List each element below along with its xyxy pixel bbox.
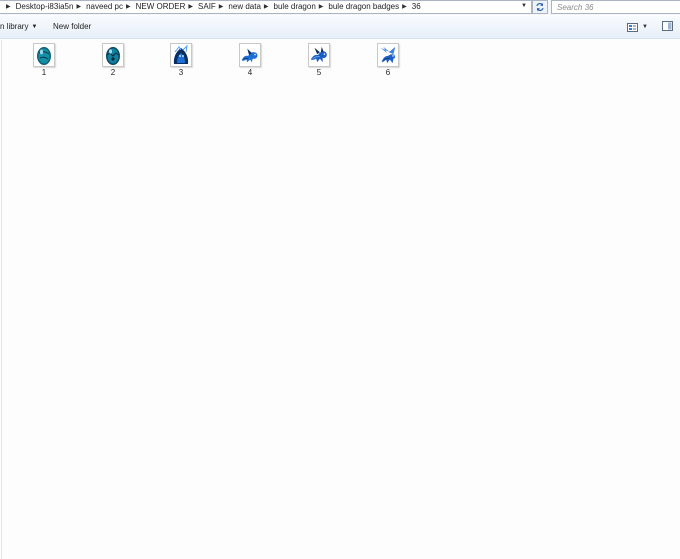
breadcrumb-item[interactable]: bule dragon badges bbox=[328, 3, 399, 11]
breadcrumb-item[interactable]: NEW ORDER bbox=[136, 3, 186, 11]
file-name: 6 bbox=[385, 68, 391, 77]
hatching-dragon-icon bbox=[173, 44, 189, 64]
new-folder-label: New folder bbox=[53, 22, 92, 31]
view-options-icon bbox=[627, 22, 638, 32]
file-item[interactable]: 6 bbox=[373, 43, 403, 77]
chevron-down-icon: ▼ bbox=[31, 24, 38, 30]
new-folder-button[interactable]: New folder bbox=[53, 22, 91, 31]
file-name: 5 bbox=[316, 68, 322, 77]
address-bar-row: ▶ Desktop-i83ia5n ▶ naveed pc ▶ NEW ORDE… bbox=[0, 0, 680, 15]
winged-dragon-icon bbox=[380, 46, 396, 64]
breadcrumb-item[interactable]: new data bbox=[228, 3, 260, 11]
egg-icon bbox=[37, 47, 51, 65]
dragon-icon bbox=[310, 46, 327, 63]
breadcrumb-separator-icon[interactable]: ▶ bbox=[319, 4, 324, 10]
file-thumbnail bbox=[170, 43, 192, 67]
refresh-button[interactable] bbox=[532, 0, 548, 14]
command-bar: n library ▼ New folder ▼ bbox=[0, 16, 680, 39]
dragon-icon bbox=[241, 48, 258, 63]
breadcrumb-separator-icon[interactable]: ▶ bbox=[402, 4, 407, 10]
breadcrumb-item[interactable]: SAIF bbox=[198, 3, 216, 11]
file-thumbnail bbox=[239, 43, 261, 67]
include-in-library-label: n library bbox=[0, 22, 29, 31]
file-item[interactable]: 2 bbox=[98, 43, 128, 77]
file-thumbnail bbox=[308, 43, 330, 67]
view-controls: ▼ bbox=[627, 21, 673, 33]
breadcrumb-separator-icon[interactable]: ▶ bbox=[188, 4, 193, 10]
history-dropdown-icon[interactable]: ▼ bbox=[521, 3, 527, 9]
refresh-icon bbox=[536, 2, 544, 12]
file-name: 3 bbox=[178, 68, 184, 77]
change-view-button[interactable]: ▼ bbox=[627, 22, 648, 32]
file-thumbnail bbox=[102, 43, 124, 67]
file-item[interactable]: 5 bbox=[304, 43, 334, 77]
breadcrumb-item[interactable]: bule dragon bbox=[274, 3, 316, 11]
file-item[interactable]: 3 bbox=[166, 43, 196, 77]
file-thumbnail bbox=[377, 43, 399, 67]
file-thumbnail bbox=[33, 43, 55, 67]
breadcrumb-item[interactable]: Desktop-i83ia5n bbox=[16, 3, 74, 11]
file-item[interactable]: 1 bbox=[29, 43, 59, 77]
breadcrumb-separator-icon[interactable]: ▶ bbox=[264, 4, 269, 10]
file-name: 1 bbox=[41, 68, 47, 77]
breadcrumb-separator-icon[interactable]: ▶ bbox=[219, 4, 224, 10]
breadcrumb-separator-icon[interactable]: ▶ bbox=[126, 4, 131, 10]
chevron-down-icon: ▼ bbox=[642, 24, 648, 30]
address-bar[interactable]: ▶ Desktop-i83ia5n ▶ naveed pc ▶ NEW ORDE… bbox=[0, 0, 532, 14]
preview-pane-button[interactable] bbox=[661, 21, 673, 33]
search-box[interactable] bbox=[551, 0, 680, 14]
navigation-pane-edge bbox=[0, 40, 2, 559]
preview-pane-icon bbox=[661, 21, 673, 31]
breadcrumb-current[interactable]: 36 bbox=[412, 3, 421, 11]
file-item[interactable]: 4 bbox=[235, 43, 265, 77]
file-name: 4 bbox=[247, 68, 253, 77]
egg-icon bbox=[106, 47, 120, 65]
breadcrumb-separator-icon[interactable]: ▶ bbox=[76, 4, 81, 10]
breadcrumb-separator-icon[interactable]: ▶ bbox=[6, 4, 11, 10]
breadcrumb-item[interactable]: naveed pc bbox=[86, 3, 123, 11]
include-in-library-button[interactable]: n library ▼ bbox=[0, 22, 37, 31]
search-input[interactable] bbox=[557, 2, 667, 12]
file-name: 2 bbox=[110, 68, 116, 77]
